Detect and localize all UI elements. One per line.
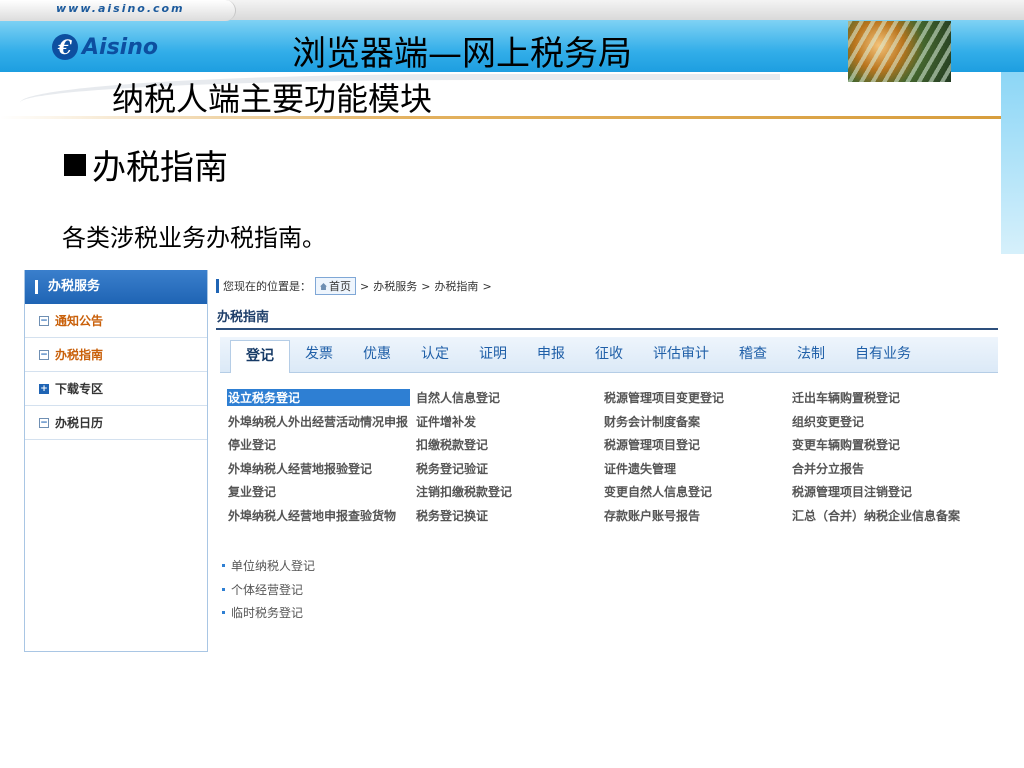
tab-register[interactable]: 登记 xyxy=(230,340,290,373)
guide-link[interactable]: 证件遗失管理 xyxy=(603,460,791,477)
guide-link[interactable]: 税源管理项目注销登记 xyxy=(791,483,979,500)
grid-row: 外埠纳税人经营地报验登记 税务登记验证 证件遗失管理 合并分立报告 xyxy=(227,457,997,481)
main-panel: 您现在的位置是： 首页 > 办税服务 > 办税指南 > 办税指南 登记 发票 优… xyxy=(216,270,1000,652)
list-item[interactable]: 个体经营登记 xyxy=(222,578,315,602)
site-url: www.aisino.com xyxy=(56,2,185,15)
sidebar-item-label: 办税指南 xyxy=(55,348,104,362)
logo-mark-icon: € xyxy=(52,34,78,60)
tab-declare[interactable]: 申报 xyxy=(522,339,580,369)
sidebar-item-label: 下载专区 xyxy=(55,382,104,396)
home-icon xyxy=(320,283,327,290)
breadcrumb-prefix: 您现在的位置是： xyxy=(223,280,311,293)
guide-link[interactable]: 设立税务登记 xyxy=(227,389,410,407)
grid-row: 外埠纳税人外出经营活动情况申报 证件增补发 财务会计制度备案 组织变更登记 xyxy=(227,410,997,434)
section-description: 各类涉税业务办税指南。 xyxy=(62,224,326,252)
list-item-label: 个体经营登记 xyxy=(231,582,304,597)
guide-link[interactable]: 外埠纳税人经营地申报查验货物 xyxy=(227,507,415,524)
sidebar-item-calendar[interactable]: − 办税日历 xyxy=(25,406,207,440)
sub-link-list: 单位纳税人登记 个体经营登记 临时税务登记 xyxy=(222,554,315,625)
embedded-screenshot: 办税服务 − 通知公告 − 办税指南 + 下载专区 − 办税日历 您现在的位置是… xyxy=(24,270,1000,652)
minus-box-icon: − xyxy=(39,417,49,428)
guide-link[interactable]: 组织变更登记 xyxy=(791,413,979,430)
decorative-photo xyxy=(848,21,951,82)
guide-link[interactable]: 税务登记换证 xyxy=(415,507,603,524)
title-divider xyxy=(216,328,998,330)
guide-link[interactable]: 财务会计制度备案 xyxy=(603,413,791,430)
tab-own-business[interactable]: 自有业务 xyxy=(840,339,926,369)
guide-link[interactable]: 变更自然人信息登记 xyxy=(603,483,791,500)
breadcrumb-home[interactable]: 首页 xyxy=(315,277,356,295)
guide-link[interactable]: 税源管理项目变更登记 xyxy=(603,389,791,406)
tab-collect[interactable]: 征收 xyxy=(580,339,638,369)
url-pill: www.aisino.com xyxy=(0,0,236,21)
guide-link[interactable]: 复业登记 xyxy=(227,483,415,500)
guide-link-grid: 设立税务登记 自然人信息登记 税源管理项目变更登记 迁出车辆购置税登记 外埠纳税… xyxy=(227,386,997,527)
breadcrumb: 您现在的位置是： 首页 > 办税服务 > 办税指南 > xyxy=(216,276,492,296)
guide-link[interactable]: 外埠纳税人经营地报验登记 xyxy=(227,460,415,477)
aisino-logo: € Aisino xyxy=(52,33,158,61)
guide-link[interactable]: 汇总（合并）纳税企业信息备案 xyxy=(791,507,979,524)
right-accent-bar xyxy=(1001,72,1024,254)
breadcrumb-home-label: 首页 xyxy=(329,280,351,293)
guide-link[interactable]: 外埠纳税人外出经营活动情况申报 xyxy=(227,413,415,430)
grid-row: 复业登记 注销扣缴税款登记 变更自然人信息登记 税源管理项目注销登记 xyxy=(227,480,997,504)
plus-box-icon: + xyxy=(39,383,49,394)
breadcrumb-marker xyxy=(216,279,219,293)
sidebar-header[interactable]: 办税服务 xyxy=(25,270,207,304)
sidebar-item-guide[interactable]: − 办税指南 xyxy=(25,338,207,372)
page-title: 办税指南 xyxy=(217,310,270,325)
guide-link[interactable]: 迁出车辆购置税登记 xyxy=(791,389,979,406)
list-item[interactable]: 单位纳税人登记 xyxy=(222,554,315,578)
minus-box-icon: − xyxy=(39,315,49,326)
section-heading-text: 办税指南 xyxy=(92,148,228,188)
bullet-dot-icon xyxy=(222,587,225,591)
guide-link[interactable]: 扣缴税款登记 xyxy=(415,436,603,453)
bullet-square-icon xyxy=(64,153,86,176)
bullet-dot-icon xyxy=(222,564,225,568)
guide-link[interactable]: 税源管理项目登记 xyxy=(603,436,791,453)
tab-inspect[interactable]: 稽查 xyxy=(724,339,782,369)
tab-certify[interactable]: 认定 xyxy=(406,339,464,369)
tab-bar: 登记 发票 优惠 认定 证明 申报 征收 评估审计 稽查 法制 自有业务 xyxy=(220,337,998,373)
breadcrumb-guide[interactable]: 办税指南 xyxy=(434,278,478,294)
logo-text: Aisino xyxy=(82,34,158,60)
tab-proof[interactable]: 证明 xyxy=(464,339,522,369)
slide-title: 浏览器端—网上税务局 xyxy=(292,34,632,74)
guide-link[interactable]: 变更车辆购置税登记 xyxy=(791,436,979,453)
sidebar-item-download[interactable]: + 下载专区 xyxy=(25,372,207,406)
grid-row: 外埠纳税人经营地申报查验货物 税务登记换证 存款账户账号报告 汇总（合并）纳税企… xyxy=(227,504,997,528)
bullet-dot-icon xyxy=(222,611,225,615)
sidebar-item-label: 办税日历 xyxy=(55,416,104,430)
guide-link[interactable]: 税务登记验证 xyxy=(415,460,603,477)
list-item-label: 临时税务登记 xyxy=(231,606,304,621)
sidebar-title: 办税服务 xyxy=(48,279,101,294)
guide-link[interactable]: 合并分立报告 xyxy=(791,460,979,477)
tab-audit[interactable]: 评估审计 xyxy=(638,339,724,369)
grid-row: 设立税务登记 自然人信息登记 税源管理项目变更登记 迁出车辆购置税登记 xyxy=(227,386,997,410)
sidebar-item-label: 通知公告 xyxy=(55,314,104,328)
gold-divider xyxy=(0,116,1024,119)
slide-subtitle: 纳税人端主要功能模块 xyxy=(112,80,433,118)
guide-link[interactable]: 证件增补发 xyxy=(415,413,603,430)
breadcrumb-sep: > xyxy=(360,279,370,293)
breadcrumb-sep: > xyxy=(421,279,431,293)
tab-preferential[interactable]: 优惠 xyxy=(348,339,406,369)
guide-link[interactable]: 停业登记 xyxy=(227,436,415,453)
sidebar-item-notice[interactable]: − 通知公告 xyxy=(25,304,207,338)
minus-box-icon: − xyxy=(39,349,49,360)
list-item[interactable]: 临时税务登记 xyxy=(222,601,315,625)
guide-link[interactable]: 注销扣缴税款登记 xyxy=(415,483,603,500)
list-item-label: 单位纳税人登记 xyxy=(231,559,316,574)
grid-row: 停业登记 扣缴税款登记 税源管理项目登记 变更车辆购置税登记 xyxy=(227,433,997,457)
guide-link[interactable]: 存款账户账号报告 xyxy=(603,507,791,524)
section-heading: 办税指南 xyxy=(64,140,228,189)
breadcrumb-service[interactable]: 办税服务 xyxy=(373,278,417,294)
breadcrumb-sep: > xyxy=(482,279,492,293)
sidebar: 办税服务 − 通知公告 − 办税指南 + 下载专区 − 办税日历 xyxy=(24,270,208,652)
tab-legal[interactable]: 法制 xyxy=(782,339,840,369)
guide-link[interactable]: 自然人信息登记 xyxy=(415,389,603,406)
tab-invoice[interactable]: 发票 xyxy=(290,339,348,369)
sidebar-header-bar xyxy=(35,280,38,294)
